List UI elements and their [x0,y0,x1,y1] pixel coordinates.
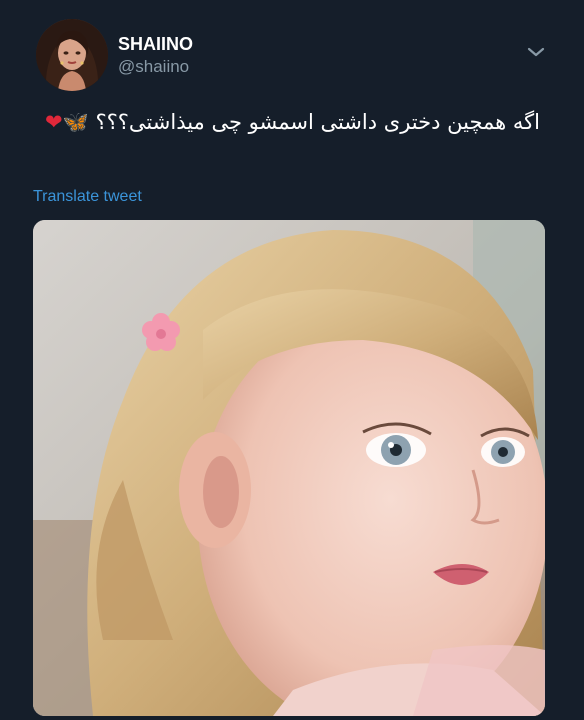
tweet-media-photo[interactable] [33,220,545,716]
butterfly-icon: 🦋 [62,110,89,134]
tweet-text: اگه همچین دختری داشتی اسمشو چی میذاشتی؟؟… [40,110,540,135]
avatar[interactable] [36,19,108,91]
child-portrait-image [33,220,545,716]
heart-icon: ❤ [45,110,63,134]
user-handle[interactable]: @shaiino [118,57,189,77]
display-name[interactable]: SHAIINO [118,34,193,55]
tweet-card: SHAIINO @shaiino اگه همچین دختری داشتی ا… [0,0,584,720]
avatar-illustration [36,19,108,91]
chevron-down-icon[interactable] [524,40,548,64]
translate-tweet-link[interactable]: Translate tweet [33,188,142,206]
tweet-text-body: اگه همچین دختری داشتی اسمشو چی میذاشتی؟؟… [95,110,540,134]
